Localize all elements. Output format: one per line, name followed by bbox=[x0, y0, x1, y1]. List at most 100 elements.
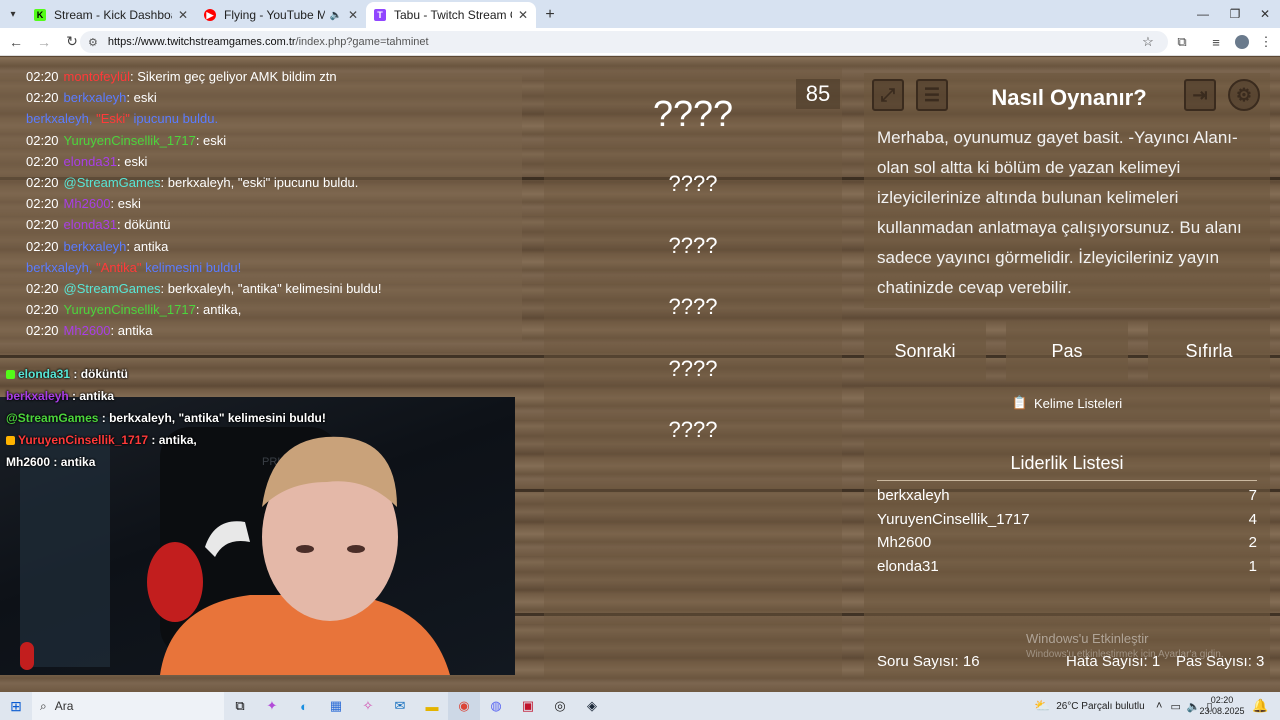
fullscreen-icon[interactable]: ⤢ bbox=[872, 79, 904, 111]
browser-toolbar: ← → ↻ ⚙ https://www.twitchstreamgames.co… bbox=[0, 28, 1280, 56]
restore-icon[interactable]: ❐ bbox=[1218, 0, 1252, 28]
chat-message: berkxaleyh, "Eski" ipucunu buldu. bbox=[26, 111, 218, 126]
volume-icon[interactable]: 🔈 bbox=[1187, 700, 1201, 713]
leaderboard-row: YuruyenCinsellik_1717 4 bbox=[877, 511, 1257, 528]
user-badge-icon bbox=[6, 436, 15, 446]
notification-bell-icon[interactable]: 🔔 bbox=[1252, 692, 1268, 720]
tab-title: Stream - Kick Dashboard bbox=[54, 8, 172, 22]
windows-start-icon[interactable]: ⊞ bbox=[0, 692, 32, 720]
taskbar-clock[interactable]: 02:20 23.08.2025 bbox=[1199, 692, 1245, 720]
media-control-icon[interactable]: ≡ bbox=[1206, 32, 1226, 52]
new-tab-plus-icon[interactable]: + bbox=[536, 2, 564, 28]
tab-twitch-stream-games[interactable]: T Tabu - Twitch Stream Games ✕ bbox=[366, 2, 536, 28]
winrar-icon[interactable]: ▣ bbox=[512, 692, 544, 720]
task-view-icon[interactable]: ⧉ bbox=[224, 692, 256, 720]
chat-username: Mh2600 bbox=[63, 323, 111, 339]
store-icon[interactable]: ▦ bbox=[320, 692, 352, 720]
hidden-word: ???? bbox=[668, 232, 718, 258]
how-to-play-description: Merhaba, oyunumuz gayet basit. -Yayıncı … bbox=[877, 128, 1242, 297]
hidden-word: ???? bbox=[668, 417, 718, 442]
tab-search-chevron-icon[interactable]: ▾ bbox=[0, 0, 26, 28]
copilot-icon[interactable]: ✦ bbox=[256, 692, 288, 720]
weather-text: 26°C Parçalı bulutlu bbox=[1056, 700, 1145, 712]
chat-text: : antika, bbox=[195, 302, 242, 318]
document-list-icon[interactable]: ☰ bbox=[916, 79, 948, 111]
pass-count: Pas Sayısı: 3 bbox=[1176, 653, 1265, 670]
chat-username: elonda31 bbox=[63, 153, 118, 169]
chat-timestamp: 02:20 bbox=[26, 132, 59, 148]
discord-icon[interactable]: ◍ bbox=[480, 692, 512, 720]
chat-message: 02:20 @StreamGames: berkxaleyh, "antika" … bbox=[26, 281, 382, 296]
next-button[interactable]: Sonraki bbox=[864, 321, 986, 381]
taskbar-search[interactable]: ⌕ Ara bbox=[32, 692, 224, 720]
logout-icon[interactable]: ⇥ bbox=[1184, 79, 1216, 111]
forward-arrow-icon[interactable]: → bbox=[32, 30, 56, 54]
leaderboard-row: elonda31 1 bbox=[877, 558, 1257, 575]
leaderboard-score: 7 bbox=[1248, 487, 1257, 504]
tray-chevron-up-icon[interactable]: ˄ bbox=[1156, 700, 1162, 712]
tab-youtube-music[interactable]: ▶ Flying - YouTube Music 🔈 ✕ bbox=[196, 2, 366, 28]
chat-text: kelimesini buldu! bbox=[141, 259, 242, 275]
overlay-username: Mh2600 bbox=[6, 455, 51, 469]
extensions-icon[interactable]: ⧉ bbox=[1172, 32, 1192, 52]
overlay-chat-message: Mh2600 : antika bbox=[6, 455, 95, 469]
bookmark-star-icon[interactable]: ☆ bbox=[1138, 32, 1158, 52]
overlay-chat-message: YuruyenCinsellik_1717 : antika, bbox=[6, 433, 197, 447]
chat-username: @StreamGames bbox=[63, 175, 161, 190]
overlay-username: @StreamGames bbox=[6, 411, 99, 425]
chat-timestamp: 02:20 bbox=[26, 90, 59, 106]
settings-gear-icon[interactable]: ⚙ bbox=[1228, 79, 1260, 111]
chat-timestamp: 02:20 bbox=[26, 153, 59, 169]
chat-username: berkxaleyh bbox=[63, 90, 127, 106]
browser-menu-icon[interactable]: ⋮ bbox=[1256, 32, 1276, 52]
hidden-word: ???? bbox=[668, 171, 718, 196]
file-explorer-icon[interactable]: ▬ bbox=[416, 692, 448, 720]
close-window-icon[interactable]: ✕ bbox=[1248, 0, 1280, 28]
close-tab-icon[interactable]: ✕ bbox=[348, 8, 358, 22]
chat-message: 02:20 Mh2600: eski bbox=[26, 196, 141, 211]
chat-text: : eski bbox=[126, 90, 157, 106]
tab-title: Flying - YouTube Music bbox=[224, 8, 326, 22]
weather-cloud-icon: ⛅ bbox=[1034, 698, 1051, 713]
hidden-word: ???? bbox=[668, 355, 718, 381]
steam-icon[interactable]: ◈ bbox=[576, 692, 608, 720]
question-count: Soru Sayısı: 16 bbox=[877, 653, 980, 670]
weather-widget[interactable]: ⛅ 26°C Parçalı bulutlu bbox=[1034, 692, 1145, 720]
chat-timestamp: 02:20 bbox=[26, 302, 59, 318]
minimize-icon[interactable]: — bbox=[1186, 0, 1220, 28]
browser-tab-bar: ▾ K Stream - Kick Dashboard ✕ ▶ Flying -… bbox=[0, 0, 1280, 28]
chat-message: 02:20 @StreamGames: berkxaleyh, "eski" ip… bbox=[26, 175, 358, 190]
chat-text: : eski bbox=[117, 153, 148, 169]
chat-text: : döküntü bbox=[117, 217, 171, 233]
overlay-chat-message: berkxaleyh : antika bbox=[6, 389, 114, 403]
speaker-icon[interactable]: 🔈 bbox=[329, 10, 341, 21]
clock-date: 23.08.2025 bbox=[1199, 706, 1245, 716]
close-tab-icon[interactable]: ✕ bbox=[178, 8, 188, 22]
overlay-text: : antika bbox=[68, 389, 115, 403]
chat-text: : eski bbox=[195, 132, 227, 148]
clock-time: 02:20 bbox=[1210, 695, 1234, 705]
reset-button[interactable]: Sıfırla bbox=[1148, 321, 1270, 381]
address-bar[interactable]: ⚙ https://www.twitchstreamgames.com.tr/i… bbox=[80, 31, 1168, 53]
site-info-icon[interactable]: ⚙ bbox=[88, 36, 98, 49]
back-arrow-icon[interactable]: ← bbox=[4, 30, 28, 54]
overlay-username: berkxaleyh bbox=[6, 389, 69, 403]
chat-timestamp: 02:20 bbox=[26, 69, 59, 84]
outlook-icon[interactable]: ✉ bbox=[384, 692, 416, 720]
tab-kick-dashboard[interactable]: K Stream - Kick Dashboard ✕ bbox=[26, 2, 196, 28]
pass-button[interactable]: Pas bbox=[1006, 321, 1128, 381]
chrome-icon[interactable]: ◉ bbox=[448, 692, 480, 720]
overlay-text: : antika, bbox=[148, 433, 197, 447]
network-icon[interactable]: ▭ bbox=[1170, 700, 1180, 713]
chat-username: berkxaleyh, bbox=[26, 111, 97, 127]
word-lists-label: Kelime Listeleri bbox=[1034, 395, 1123, 411]
copilot-app-icon[interactable]: ✧ bbox=[352, 692, 384, 720]
word-lists-button[interactable]: 📋 Kelime Listeleri bbox=[864, 387, 1270, 419]
edge-icon[interactable]: ◐ bbox=[288, 692, 320, 720]
leaderboard-score: 2 bbox=[1248, 534, 1257, 552]
close-tab-icon[interactable]: ✕ bbox=[518, 8, 528, 22]
overlay-text: : antika bbox=[50, 455, 96, 469]
obs-icon[interactable]: ◎ bbox=[544, 692, 576, 720]
chat-highlight-word: "Antika" bbox=[96, 259, 142, 275]
profile-avatar[interactable] bbox=[1232, 32, 1252, 52]
